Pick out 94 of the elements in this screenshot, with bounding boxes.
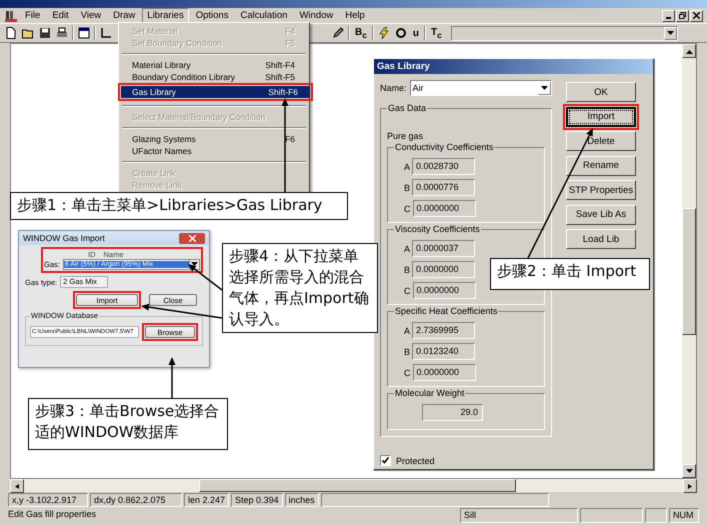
coefficient-label: C — [404, 286, 410, 296]
right-arrow-icon — [686, 484, 694, 488]
group-title: Molecular Weight — [394, 387, 466, 399]
down-arrow-icon — [541, 86, 548, 90]
up-arrow-icon — [686, 48, 692, 54]
menu-item[interactable]: Window — [294, 8, 338, 23]
menu-item[interactable]: Edit — [47, 8, 74, 23]
coefficient-field: 0.0000776 — [412, 179, 476, 196]
down-arrow-icon — [191, 262, 198, 267]
coefficient-label: C — [404, 368, 410, 378]
coefficient-label: A — [404, 326, 410, 336]
dialog-button[interactable]: STP Properties — [566, 180, 636, 200]
menu-item[interactable]: Material Library Shift-F4 — [121, 59, 307, 71]
lightning-icon[interactable] — [376, 26, 391, 40]
pen-icon[interactable] — [331, 26, 345, 40]
corner-icon[interactable] — [99, 26, 113, 40]
instruction-callout: 步骤4：从下拉菜单选择所需导入的混合气体，再点Import确认导入。 — [222, 243, 378, 333]
coefficient-label: C — [404, 204, 410, 214]
group-title: Specific Heat Coefficients — [394, 305, 498, 317]
dialog-title: Gas Library — [374, 59, 653, 74]
instruction-callout: 步骤1：单击主菜单>Libraries>Gas Library — [10, 192, 348, 220]
status-field: NUM — [669, 508, 699, 523]
restore-button[interactable] — [676, 10, 689, 22]
group-title: Conductivity Coefficients — [394, 141, 494, 153]
coefficient-field: 0.0000000 — [412, 364, 476, 381]
dialog-button[interactable]: Save Lib As — [566, 204, 636, 224]
status-message: Edit Gas fill properties — [8, 508, 98, 521]
close-icon — [188, 234, 196, 242]
status-field: Step 0.394 — [231, 493, 283, 507]
minimize-button[interactable] — [662, 10, 675, 22]
coefficient-label: B — [404, 264, 410, 274]
dialog-button[interactable]: OK — [566, 82, 636, 102]
window-icon[interactable] — [77, 26, 91, 40]
dialog-button[interactable]: Import — [566, 106, 636, 126]
coefficient-field: 0.0028730 — [412, 158, 476, 175]
menu-item[interactable]: UFactor Names — [121, 145, 307, 157]
dialog-button[interactable]: Rename — [566, 156, 636, 176]
name-dropdown[interactable]: Air — [410, 80, 552, 96]
left-arrow-icon — [14, 484, 20, 488]
vertical-scrollbar[interactable] — [682, 44, 696, 478]
restore-icon — [679, 12, 686, 19]
menu-item[interactable]: Options — [190, 8, 234, 23]
dialog-button[interactable]: Load Lib — [566, 229, 636, 249]
status-field: inches — [284, 493, 319, 507]
checkbox[interactable] — [380, 455, 391, 466]
save-icon[interactable] — [38, 26, 52, 40]
coefficient-label: B — [404, 182, 410, 192]
menu-item[interactable]: Boundary Condition Library Shift-F5 — [121, 71, 307, 83]
coefficient-field: 0.0000000 — [412, 200, 476, 217]
toolbar-button[interactable]: T$_{c}$ — [428, 26, 444, 40]
gas-kind-label: Pure gas — [387, 131, 424, 141]
status-field: Sill — [460, 508, 578, 523]
dialog-title: WINDOW Gas Import — [23, 233, 105, 243]
coefficient-field: 0.0000000 — [412, 282, 476, 299]
app-logo-icon — [4, 8, 18, 22]
new-file-icon[interactable] — [4, 26, 18, 40]
coefficient-field: 0.0000000 — [412, 261, 476, 278]
close-icon — [693, 12, 700, 19]
status-panel — [645, 508, 667, 523]
menu-item[interactable]: View — [76, 8, 106, 23]
down-arrow-icon — [666, 30, 674, 36]
status-field: len 2.247 — [184, 493, 230, 507]
menu-item[interactable]: Glazing Systems F6 — [121, 133, 307, 145]
menu-item[interactable]: Draw — [108, 8, 140, 23]
menu-item[interactable]: File — [20, 8, 46, 23]
coefficient-label: B — [404, 346, 410, 356]
coefficient-label: A — [404, 162, 410, 172]
down-arrow-icon — [686, 468, 692, 474]
toolbar-button[interactable]: u — [410, 28, 421, 38]
print-icon[interactable] — [55, 26, 69, 40]
toolbar-button[interactable]: B$_{c}$ — [353, 26, 369, 40]
combo-box[interactable] — [450, 26, 678, 40]
menu-item[interactable]: Gas Library Shift-F6 — [121, 86, 310, 98]
instruction-callout: 步骤3：单击Browse选择合适的WINDOW数据库 — [28, 398, 228, 450]
status-field: dx,dy 0.862,2.075 — [90, 493, 182, 507]
coefficient-field: 0.0000037 — [412, 240, 476, 257]
coefficient-field: 0.0123240 — [412, 343, 476, 360]
field-label: Name: — [380, 83, 407, 93]
horizontal-scrollbar[interactable] — [10, 479, 697, 492]
close-button[interactable] — [690, 10, 703, 22]
checkbox-label: Protected — [396, 456, 435, 466]
instruction-callout: 步骤2：单击 Import — [490, 258, 650, 290]
menu-item[interactable]: Help — [340, 8, 370, 23]
coefficient-field: 2.7369995 — [412, 322, 476, 339]
molecular-weight-field: 29.0 — [422, 404, 483, 421]
menu-item[interactable]: Calculation — [235, 8, 292, 23]
group-title: Viscosity Coefficients — [394, 223, 481, 235]
status-panel — [580, 508, 643, 523]
arrow — [168, 357, 176, 398]
arrow — [188, 264, 222, 291]
dialog-button[interactable]: Delete — [566, 131, 636, 151]
group-title: Gas Data — [387, 102, 428, 114]
status-field: x,y -3.102,2.917 — [8, 493, 88, 507]
coefficient-label: A — [404, 244, 410, 254]
